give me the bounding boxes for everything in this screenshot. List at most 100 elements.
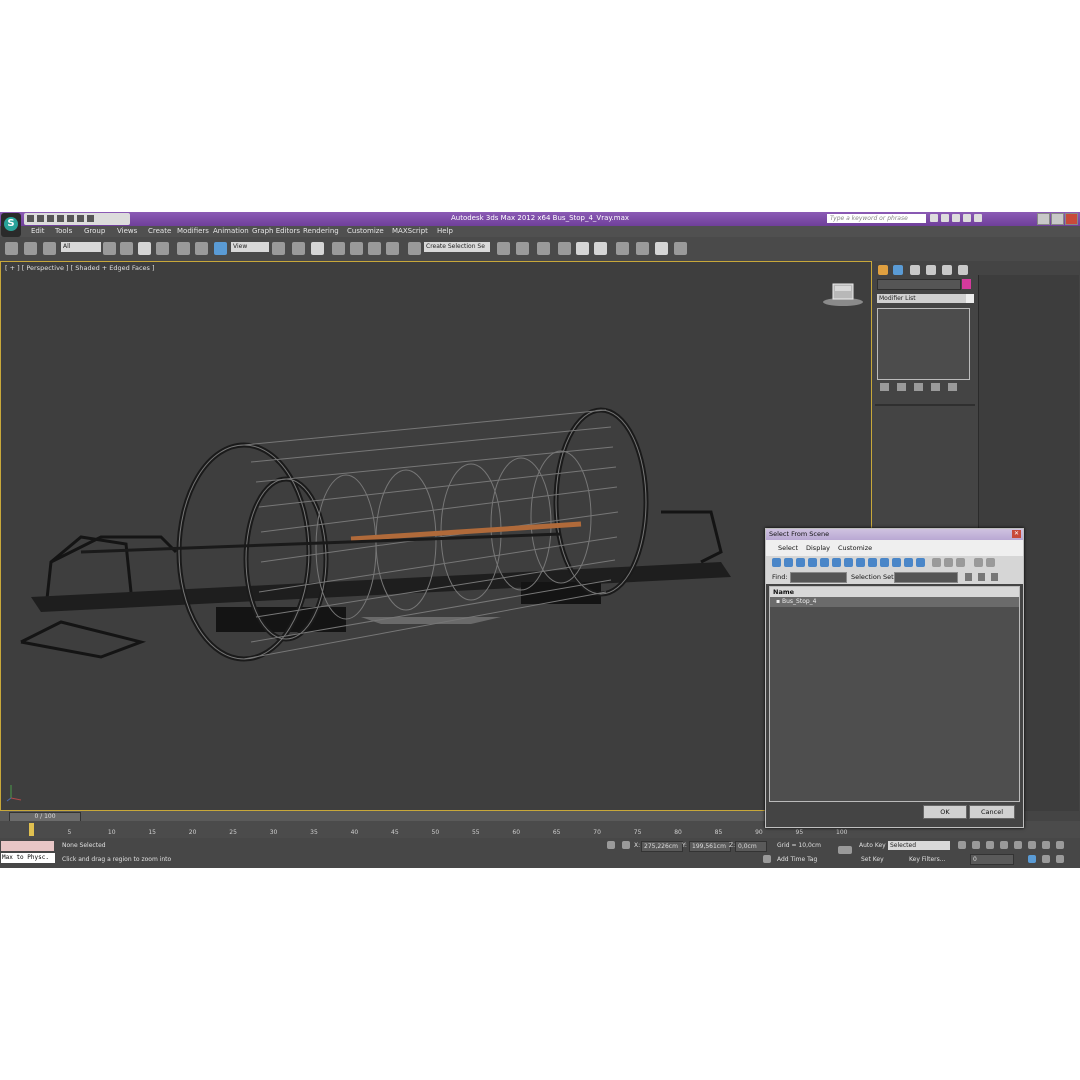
- key-icon[interactable]: [838, 846, 852, 854]
- utilities-tab-icon[interactable]: [958, 265, 968, 275]
- subscription-icon[interactable]: [941, 214, 949, 222]
- render-production-icon[interactable]: [674, 242, 687, 255]
- menu-views[interactable]: Views: [117, 227, 137, 235]
- create-tab-icon[interactable]: [878, 265, 888, 275]
- snaps-toggle-icon[interactable]: [332, 242, 345, 255]
- find-input[interactable]: [790, 572, 847, 583]
- minimize-button[interactable]: [1037, 213, 1050, 225]
- pan-view-icon[interactable]: [1042, 855, 1050, 863]
- list-item[interactable]: ▪ Bus_Stop_4: [770, 597, 1019, 607]
- set-key-button[interactable]: Set Key: [861, 856, 884, 863]
- filter-icon[interactable]: [974, 558, 983, 567]
- select-invert-icon[interactable]: [956, 558, 965, 567]
- keyword-search-input[interactable]: Type a keyword or phrase: [827, 214, 926, 223]
- go-to-start-icon[interactable]: [958, 841, 966, 849]
- menu-maxscript[interactable]: MAXScript: [392, 227, 428, 235]
- app-logo-button[interactable]: S: [1, 213, 21, 237]
- modifier-list-dropdown[interactable]: Modifier List: [877, 294, 974, 303]
- x-coordinate-field[interactable]: 275,226cm: [641, 841, 683, 852]
- display-xrefs-icon[interactable]: [856, 558, 865, 567]
- pin-stack-icon[interactable]: [880, 383, 889, 391]
- make-unique-icon[interactable]: [914, 383, 923, 391]
- ok-button[interactable]: OK: [923, 805, 967, 819]
- dialog-menu-display[interactable]: Display: [806, 544, 830, 552]
- zoom-region-icon[interactable]: [1028, 855, 1036, 863]
- show-end-result-icon[interactable]: [897, 383, 906, 391]
- align-icon[interactable]: [516, 242, 529, 255]
- zoom-icon[interactable]: [1028, 841, 1036, 849]
- percent-snap-icon[interactable]: [368, 242, 381, 255]
- dialog-menu-customize[interactable]: Customize: [838, 544, 872, 552]
- layer-manager-icon[interactable]: [537, 242, 550, 255]
- display-containers-icon[interactable]: [880, 558, 889, 567]
- menu-help[interactable]: Help: [437, 227, 453, 235]
- select-and-manipulate-icon[interactable]: [292, 242, 305, 255]
- dialog-menu-select[interactable]: Select: [778, 544, 798, 552]
- render-setup-icon[interactable]: [636, 242, 649, 255]
- next-frame-icon[interactable]: [1000, 841, 1008, 849]
- modify-tab-icon[interactable]: [893, 265, 903, 275]
- time-tag-icon[interactable]: [763, 855, 771, 863]
- time-slider-track[interactable]: 0 / 100: [0, 811, 872, 822]
- window-crossing-icon[interactable]: [156, 242, 169, 255]
- display-hidden-icon[interactable]: [904, 558, 913, 567]
- go-to-end-icon[interactable]: [1014, 841, 1022, 849]
- y-coordinate-field[interactable]: 199,561cm: [689, 841, 731, 852]
- display-geometry-icon[interactable]: [772, 558, 781, 567]
- menu-create[interactable]: Create: [148, 227, 171, 235]
- display-tab-icon[interactable]: [942, 265, 952, 275]
- communication-center-icon[interactable]: [952, 214, 960, 222]
- graphite-toolbar-icon[interactable]: [558, 242, 571, 255]
- material-editor-icon[interactable]: [616, 242, 629, 255]
- key-filters-button[interactable]: Key Filters...: [909, 856, 946, 863]
- absolute-mode-icon[interactable]: [622, 841, 630, 849]
- selection-filter-dropdown[interactable]: All: [61, 242, 101, 252]
- edit-named-selection-icon[interactable]: [408, 242, 421, 255]
- play-icon[interactable]: [986, 841, 994, 849]
- zoom-all-icon[interactable]: [1042, 841, 1050, 849]
- menu-customize[interactable]: Customize: [347, 227, 384, 235]
- add-time-tag[interactable]: Add Time Tag: [777, 856, 817, 863]
- menu-modifiers[interactable]: Modifiers: [177, 227, 209, 235]
- reference-coordinate-dropdown[interactable]: View: [231, 242, 269, 252]
- display-space-warps-icon[interactable]: [832, 558, 841, 567]
- menu-edit[interactable]: Edit: [31, 227, 45, 235]
- object-list[interactable]: Name ▪ Bus_Stop_4: [769, 586, 1020, 802]
- lock-selection-icon[interactable]: [607, 841, 615, 849]
- menu-group[interactable]: Group: [84, 227, 105, 235]
- mirror-icon[interactable]: [497, 242, 510, 255]
- configure-modifier-sets-icon[interactable]: [948, 383, 957, 391]
- select-all-icon[interactable]: [932, 558, 941, 567]
- select-and-rotate-icon[interactable]: [195, 242, 208, 255]
- select-and-scale-icon[interactable]: [214, 242, 227, 255]
- select-none-icon[interactable]: [944, 558, 953, 567]
- display-shapes-icon[interactable]: [784, 558, 793, 567]
- pivot-center-icon[interactable]: [272, 242, 285, 255]
- unlink-selection-icon[interactable]: [24, 242, 37, 255]
- columns-icon[interactable]: [991, 573, 998, 581]
- display-groups-icon[interactable]: [844, 558, 853, 567]
- name-column-header[interactable]: Name: [770, 587, 1019, 597]
- spinner-snap-icon[interactable]: [386, 242, 399, 255]
- remove-modifier-icon[interactable]: [931, 383, 940, 391]
- sort-icon[interactable]: [978, 573, 985, 581]
- zoom-extents-icon[interactable]: [1056, 841, 1064, 849]
- z-coordinate-field[interactable]: 0,0cm: [735, 841, 767, 852]
- previous-frame-icon[interactable]: [972, 841, 980, 849]
- close-button[interactable]: [1065, 213, 1078, 225]
- hierarchy-icon[interactable]: [965, 573, 972, 581]
- help-icon[interactable]: [974, 214, 982, 222]
- motion-tab-icon[interactable]: [926, 265, 936, 275]
- menu-graph-editors[interactable]: Graph Editors: [252, 227, 300, 235]
- display-all-icon[interactable]: [916, 558, 925, 567]
- select-by-name-icon[interactable]: [120, 242, 133, 255]
- hierarchy-tab-icon[interactable]: [910, 265, 920, 275]
- perspective-viewport[interactable]: [ + ] [ Perspective ] [ Shaded + Edged F…: [0, 261, 872, 811]
- angle-snap-icon[interactable]: [350, 242, 363, 255]
- cancel-button[interactable]: Cancel: [969, 805, 1015, 819]
- select-and-move-icon[interactable]: [177, 242, 190, 255]
- menu-rendering[interactable]: Rendering: [303, 227, 339, 235]
- named-selection-set-dropdown[interactable]: Create Selection Se: [424, 242, 490, 252]
- menu-animation[interactable]: Animation: [213, 227, 249, 235]
- display-helpers-icon[interactable]: [820, 558, 829, 567]
